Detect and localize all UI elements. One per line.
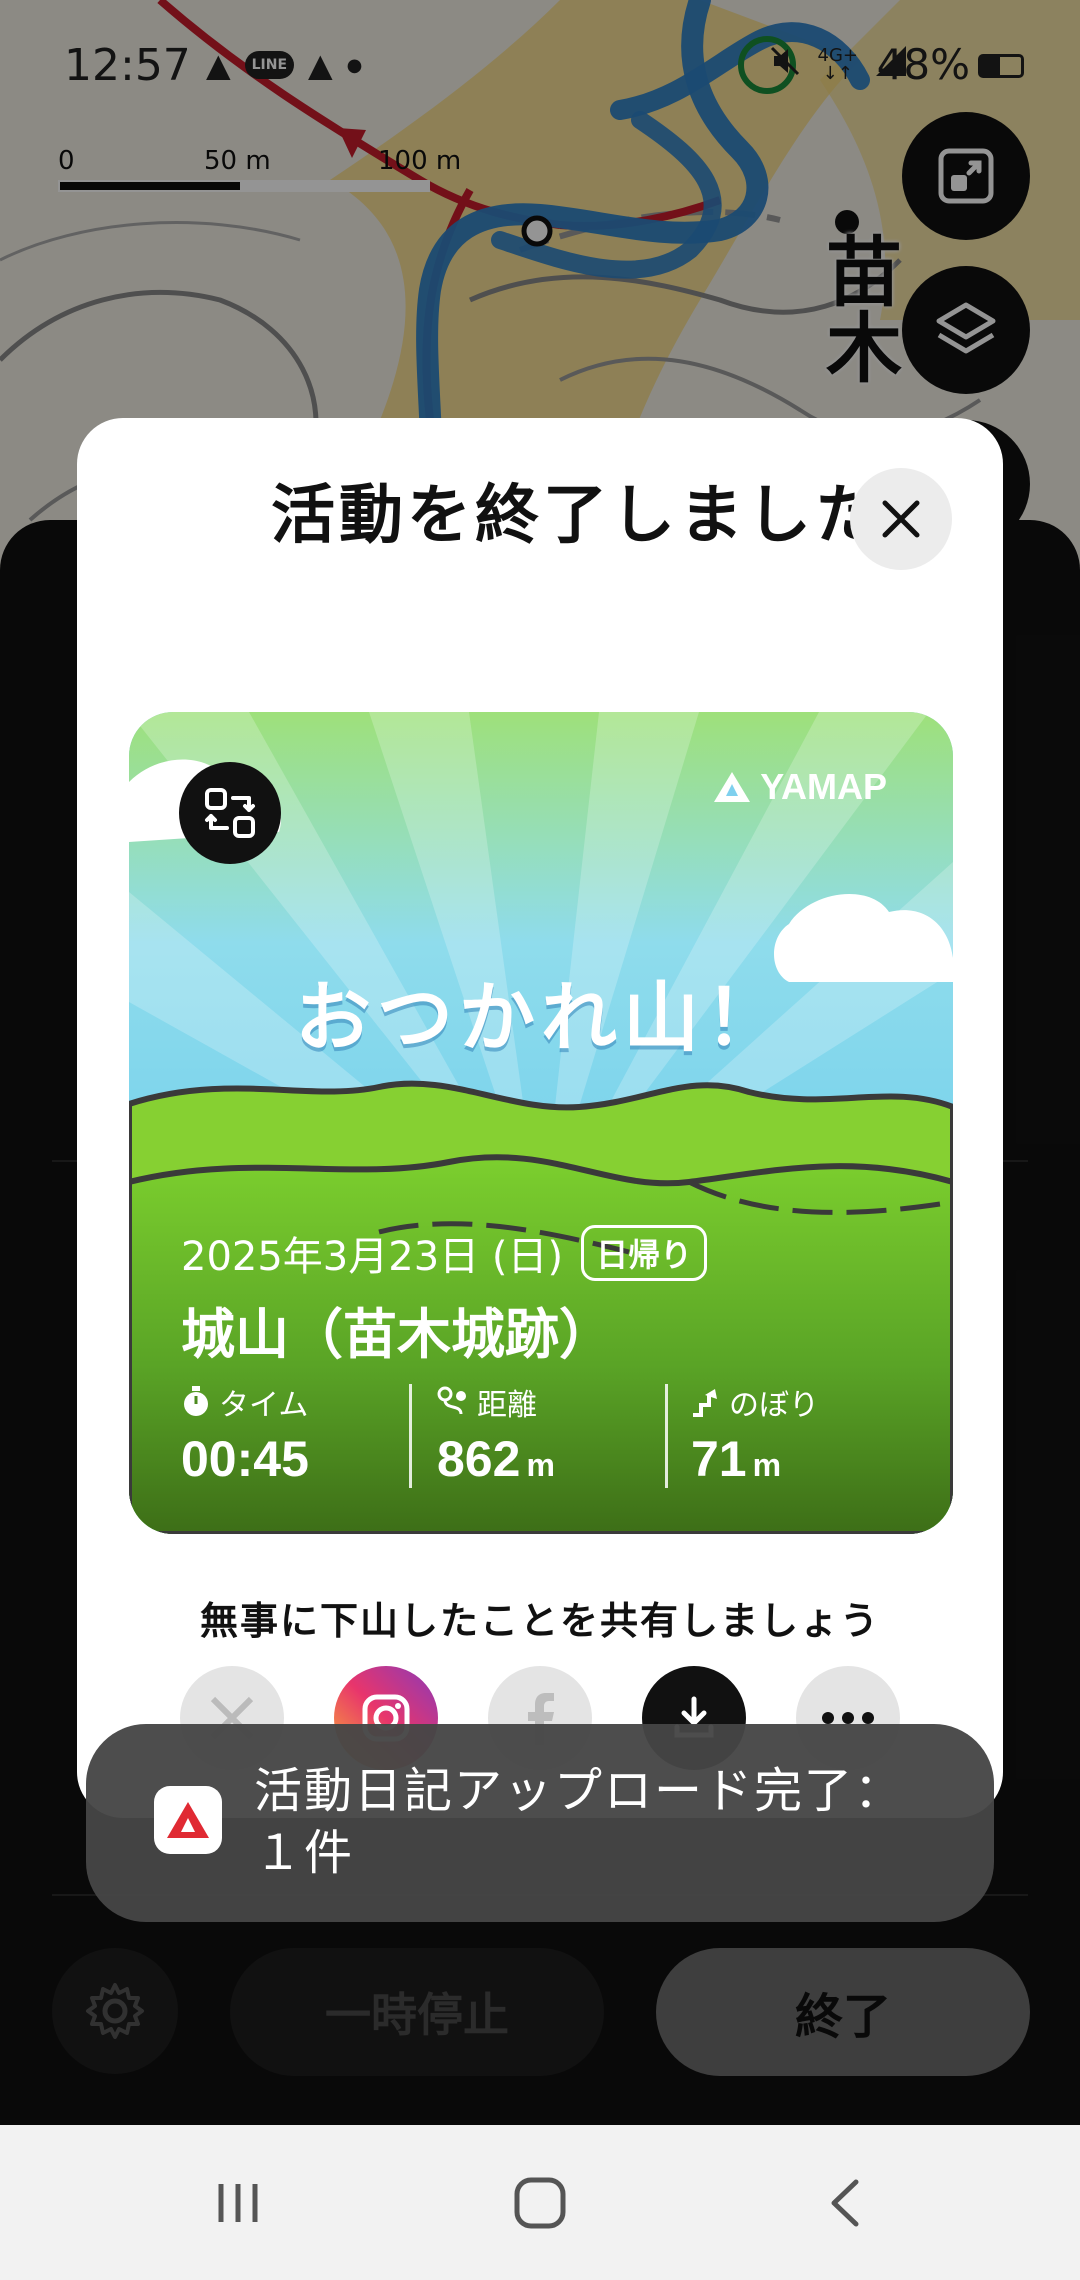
stat-distance-unit: m bbox=[526, 1447, 555, 1483]
stat-ascent-label: のぼり bbox=[729, 1388, 819, 1423]
share-prompt: 無事に下山したことを共有しましょう bbox=[199, 1599, 880, 1643]
day-trip-badge: 日帰り bbox=[581, 1225, 708, 1281]
back-icon bbox=[831, 2179, 859, 2227]
recent-apps-button[interactable] bbox=[178, 2161, 298, 2245]
stat-ascent-number: 71 bbox=[691, 1431, 747, 1487]
recent-apps-icon bbox=[218, 2184, 258, 2222]
yamap-mark-icon bbox=[714, 772, 751, 802]
stat-ascent-head: のぼり bbox=[691, 1380, 941, 1424]
stat-time: タイム 00:45 bbox=[181, 1380, 431, 1490]
stat-distance-value: 862 m bbox=[437, 1430, 687, 1488]
activity-place: 城山（苗木城跡） bbox=[181, 1303, 613, 1366]
stat-divider bbox=[409, 1384, 412, 1488]
stat-time-value: 00:45 bbox=[181, 1430, 431, 1488]
close-button[interactable] bbox=[850, 468, 952, 570]
stat-ascent: のぼり 71 m bbox=[691, 1380, 941, 1490]
system-navigation-bar bbox=[0, 2125, 1080, 2280]
stat-distance-label: 距離 bbox=[477, 1388, 537, 1423]
yamap-app-icon bbox=[154, 1786, 222, 1854]
stat-time-label: タイム bbox=[219, 1388, 309, 1423]
stat-ascent-unit: m bbox=[752, 1447, 782, 1483]
activity-finished-dialog: 活動を終了しました YAMAP おつかれ山！ 2025年3月23日 (日) 日帰… bbox=[77, 418, 1003, 1818]
yamap-logo: YAMAP bbox=[712, 766, 887, 808]
stat-distance-head: 距離 bbox=[437, 1380, 687, 1424]
upload-toast: 活動日記アップロード完了：１件 bbox=[86, 1724, 994, 1922]
card-date-row: 2025年3月23日 (日) 日帰り bbox=[181, 1224, 708, 1282]
home-button[interactable] bbox=[480, 2161, 600, 2245]
stat-time-head: タイム bbox=[181, 1380, 431, 1424]
activity-date: 2025年3月23日 (日) bbox=[181, 1234, 564, 1280]
card-headline: おつかれ山！ bbox=[295, 973, 787, 1062]
stat-distance: 距離 862 m bbox=[437, 1380, 687, 1490]
stat-distance-number: 862 bbox=[437, 1431, 521, 1487]
dialog-title: 活動を終了しました bbox=[271, 479, 883, 553]
toast-message: 活動日記アップロード完了：１件 bbox=[254, 1763, 905, 1881]
stat-divider bbox=[665, 1384, 668, 1488]
close-icon bbox=[882, 500, 920, 538]
activity-summary-card: YAMAP おつかれ山！ 2025年3月23日 (日) 日帰り 城山（苗木城跡）… bbox=[129, 712, 953, 1534]
activity-stats: タイム 00:45 距離 862 m のぼり 71 m bbox=[181, 1380, 921, 1490]
home-icon bbox=[514, 2177, 566, 2229]
stat-ascent-value: 71 m bbox=[691, 1430, 941, 1488]
swap-design-button[interactable] bbox=[179, 762, 281, 864]
stopwatch-icon bbox=[184, 1386, 208, 1416]
ascent-icon bbox=[693, 1389, 717, 1417]
stat-time-number: 00:45 bbox=[181, 1431, 309, 1487]
back-button[interactable] bbox=[784, 2161, 904, 2245]
route-icon bbox=[437, 1386, 466, 1415]
swap-icon bbox=[205, 788, 255, 838]
yamap-brand: YAMAP bbox=[760, 766, 887, 807]
